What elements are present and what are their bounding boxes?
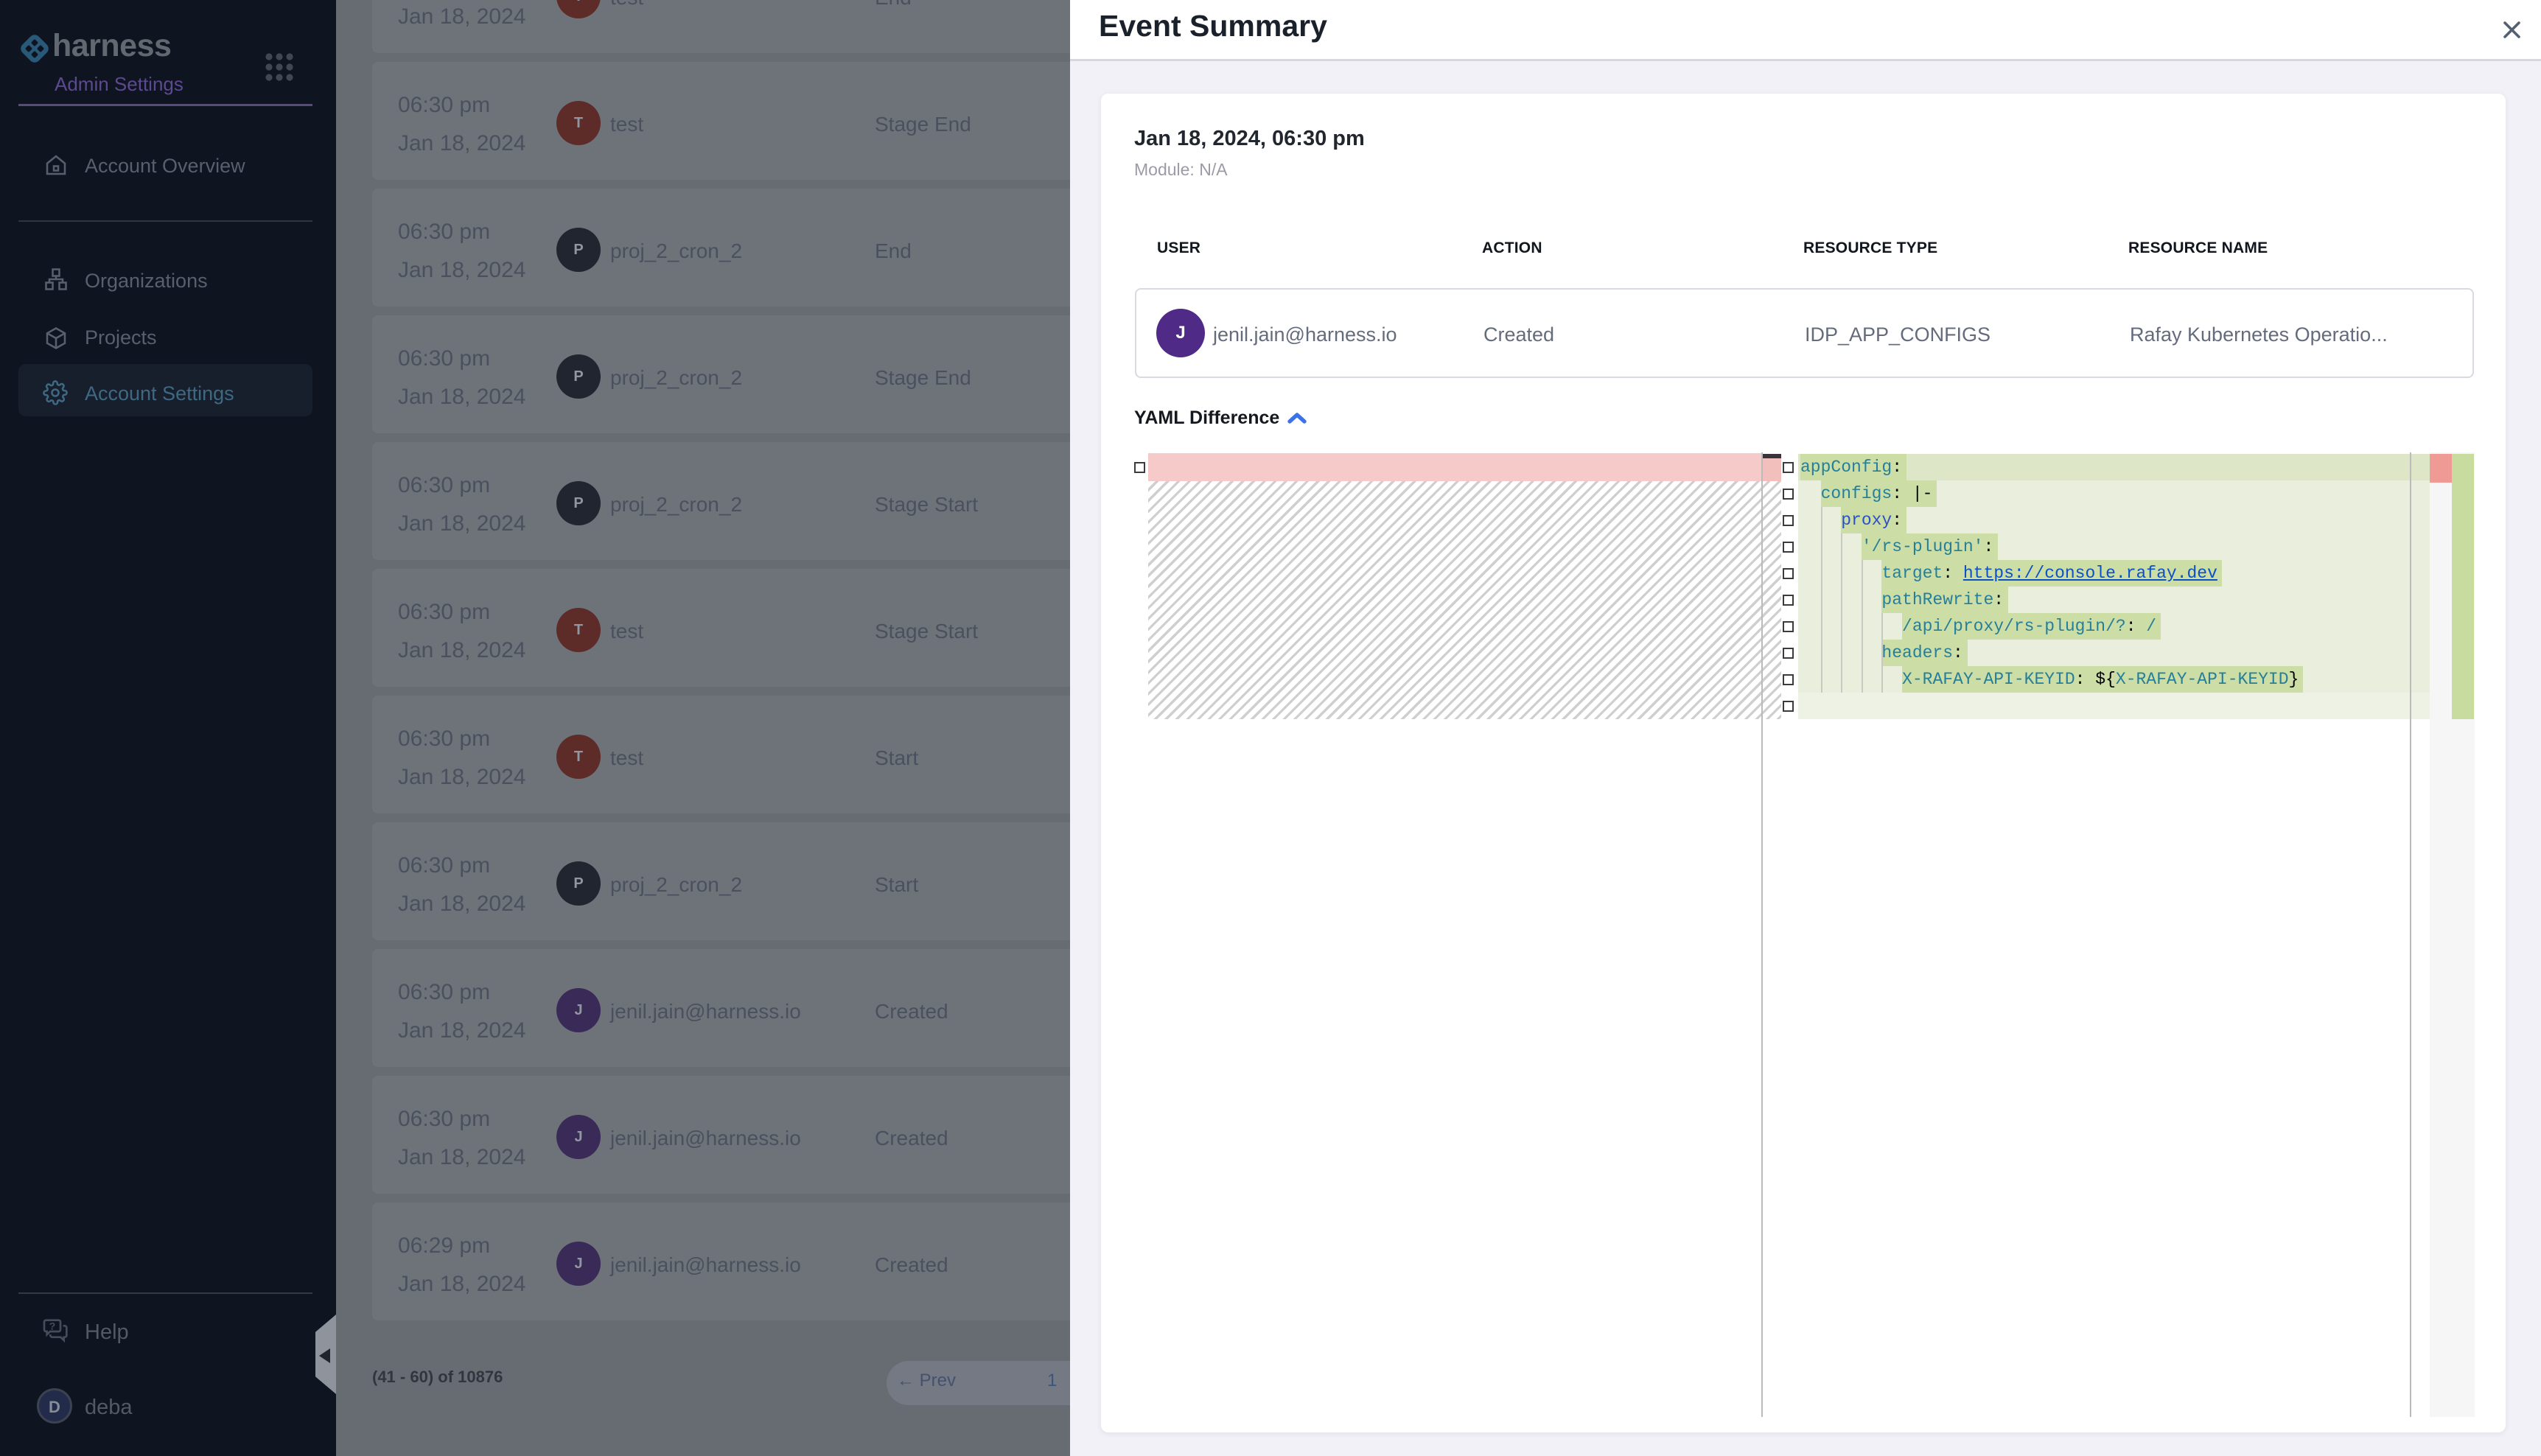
svg-text:?: ?: [49, 1321, 56, 1333]
